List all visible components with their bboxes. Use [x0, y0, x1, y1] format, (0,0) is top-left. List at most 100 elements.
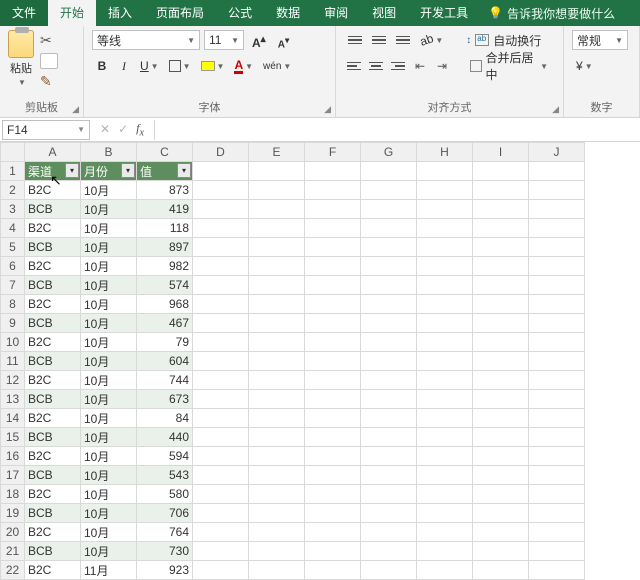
cell[interactable]: 10月 [81, 238, 137, 257]
tab-home[interactable]: 开始 [48, 0, 96, 26]
cell[interactable]: 604 [137, 352, 193, 371]
row-header[interactable]: 4 [1, 219, 25, 238]
cell[interactable]: 10月 [81, 428, 137, 447]
decrease-indent-button[interactable]: ⇤ [410, 56, 430, 76]
cell[interactable]: B2C [25, 257, 81, 276]
orientation-button[interactable]: ab▼ [416, 30, 447, 50]
tab-formulas[interactable]: 公式 [216, 0, 264, 26]
merge-center-button[interactable]: 合并后居中 ▼ [463, 56, 555, 76]
filter-button[interactable]: ▾ [177, 163, 191, 178]
row-header[interactable]: 6 [1, 257, 25, 276]
enter-formula-button[interactable]: ✓ [118, 122, 128, 136]
col-header[interactable]: J [529, 143, 585, 162]
col-header[interactable]: F [305, 143, 361, 162]
table-header-cell[interactable]: 值▾ [137, 162, 193, 181]
cell[interactable]: BCB [25, 352, 81, 371]
increase-indent-button[interactable]: ⇥ [432, 56, 452, 76]
cell[interactable]: 10月 [81, 390, 137, 409]
cell[interactable]: 673 [137, 390, 193, 409]
row-header[interactable]: 10 [1, 333, 25, 352]
paste-button[interactable]: 粘贴 ▼ [8, 30, 34, 90]
row-header[interactable]: 5 [1, 238, 25, 257]
underline-button[interactable]: U▼ [136, 56, 163, 76]
cell[interactable]: 10月 [81, 542, 137, 561]
copy-button[interactable] [40, 53, 58, 69]
row-header[interactable]: 7 [1, 276, 25, 295]
cell[interactable]: 11月 [81, 561, 137, 580]
cell[interactable]: 543 [137, 466, 193, 485]
cell[interactable]: B2C [25, 295, 81, 314]
tab-insert[interactable]: 插入 [96, 0, 144, 26]
cell[interactable]: 982 [137, 257, 193, 276]
tab-file[interactable]: 文件 [0, 0, 48, 26]
select-all-corner[interactable] [1, 143, 25, 162]
cell[interactable]: BCB [25, 314, 81, 333]
align-middle-button[interactable] [368, 30, 390, 50]
row-header[interactable]: 14 [1, 409, 25, 428]
formula-input[interactable] [154, 120, 640, 140]
cell[interactable]: BCB [25, 238, 81, 257]
cell[interactable]: 968 [137, 295, 193, 314]
cell[interactable]: B2C [25, 409, 81, 428]
row-header[interactable]: 22 [1, 561, 25, 580]
cell[interactable]: 10月 [81, 257, 137, 276]
tab-page-layout[interactable]: 页面布局 [144, 0, 216, 26]
cell[interactable]: 10月 [81, 200, 137, 219]
increase-font-button[interactable]: A▴ [248, 30, 270, 50]
row-header[interactable]: 19 [1, 504, 25, 523]
row-header[interactable]: 11 [1, 352, 25, 371]
cell[interactable]: B2C [25, 523, 81, 542]
format-painter-button[interactable]: ✎ [40, 73, 58, 90]
cell[interactable]: B2C [25, 181, 81, 200]
row-header[interactable]: 15 [1, 428, 25, 447]
cell[interactable]: 10月 [81, 504, 137, 523]
align-right-button[interactable] [388, 56, 408, 76]
cell[interactable]: 79 [137, 333, 193, 352]
cell[interactable]: 764 [137, 523, 193, 542]
cell[interactable]: BCB [25, 390, 81, 409]
cell[interactable]: BCB [25, 504, 81, 523]
row-header[interactable]: 17 [1, 466, 25, 485]
currency-button[interactable]: ¥▼ [572, 56, 597, 76]
cell[interactable]: B2C [25, 561, 81, 580]
tab-developer[interactable]: 开发工具 [408, 0, 480, 26]
col-header[interactable]: C [137, 143, 193, 162]
cell[interactable]: B2C [25, 485, 81, 504]
cell[interactable]: 10月 [81, 219, 137, 238]
cell[interactable]: 10月 [81, 333, 137, 352]
italic-button[interactable]: I [114, 56, 134, 76]
cell[interactable]: 419 [137, 200, 193, 219]
cell[interactable]: B2C [25, 447, 81, 466]
cell[interactable]: B2C [25, 219, 81, 238]
row-header[interactable]: 3 [1, 200, 25, 219]
font-color-button[interactable]: A▼ [230, 56, 257, 76]
cell[interactable]: 84 [137, 409, 193, 428]
cell[interactable]: BCB [25, 276, 81, 295]
cell[interactable]: 574 [137, 276, 193, 295]
tell-me-search[interactable]: 💡 告诉我你想要做什么 [480, 0, 623, 26]
cell[interactable]: 10月 [81, 181, 137, 200]
col-header[interactable]: G [361, 143, 417, 162]
cell[interactable]: 580 [137, 485, 193, 504]
cancel-formula-button[interactable]: ✕ [100, 122, 110, 136]
row-header[interactable]: 1 [1, 162, 25, 181]
cell[interactable]: 118 [137, 219, 193, 238]
col-header[interactable]: H [417, 143, 473, 162]
row-header[interactable]: 9 [1, 314, 25, 333]
number-format-combo[interactable]: 常规 ▼ [572, 30, 628, 50]
cell[interactable]: 10月 [81, 276, 137, 295]
align-top-button[interactable] [344, 30, 366, 50]
align-bottom-button[interactable] [392, 30, 414, 50]
row-header[interactable]: 2 [1, 181, 25, 200]
table-header-cell[interactable]: 月份▾ [81, 162, 137, 181]
col-header[interactable]: D [193, 143, 249, 162]
cell[interactable]: 730 [137, 542, 193, 561]
fill-color-button[interactable]: ▼ [197, 56, 229, 76]
dialog-launcher-icon[interactable]: ◢ [324, 104, 331, 115]
cell[interactable]: B2C [25, 371, 81, 390]
cell[interactable]: 10月 [81, 485, 137, 504]
cell[interactable]: 10月 [81, 447, 137, 466]
font-size-combo[interactable]: 11 ▼ [204, 30, 244, 50]
tab-view[interactable]: 视图 [360, 0, 408, 26]
cell[interactable]: 706 [137, 504, 193, 523]
